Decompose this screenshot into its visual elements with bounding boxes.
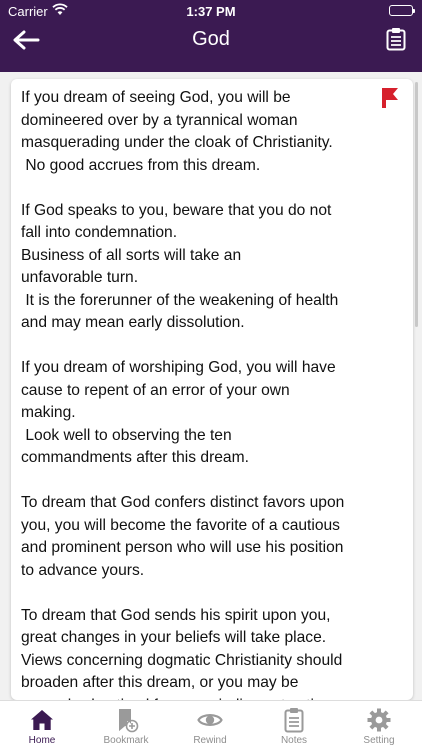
status-bar: Carrier 1:37 PM <box>0 0 422 22</box>
tab-home-label: Home <box>28 735 56 746</box>
bookmark-button[interactable] <box>379 87 401 109</box>
tab-notes-label: Notes <box>280 735 308 746</box>
page-title: God <box>192 28 230 50</box>
tab-home[interactable]: Home <box>0 701 84 750</box>
tab-bookmark-label: Bookmark <box>103 735 149 746</box>
notes-button[interactable] <box>386 27 406 51</box>
tab-setting[interactable]: Setting <box>336 701 422 750</box>
article-card: If you dream of seeing God, you will be … <box>11 79 413 700</box>
tab-setting-label: Setting <box>363 735 395 746</box>
tab-rewind-label: Rewind <box>193 735 227 746</box>
tab-rewind[interactable]: Rewind <box>168 701 252 750</box>
tab-bar: Home Bookmark Rewind Notes Setting <box>0 700 422 750</box>
scrollbar[interactable] <box>415 82 418 327</box>
tab-notes[interactable]: Notes <box>252 701 336 750</box>
bookmark-flag-icon <box>382 88 398 108</box>
tab-bookmark[interactable]: Bookmark <box>84 701 168 750</box>
home-icon <box>31 710 53 730</box>
status-time: 1:37 PM <box>186 4 236 19</box>
battery-icon <box>389 5 415 16</box>
clipboard-icon <box>386 28 406 51</box>
notes-icon <box>284 708 304 733</box>
gear-icon <box>367 708 391 732</box>
bookmark-add-icon <box>119 709 139 733</box>
eye-icon <box>197 714 223 726</box>
navigation-header: Carrier 1:37 PM God <box>0 0 422 72</box>
article-text: If you dream of seeing God, you will be … <box>21 89 345 700</box>
